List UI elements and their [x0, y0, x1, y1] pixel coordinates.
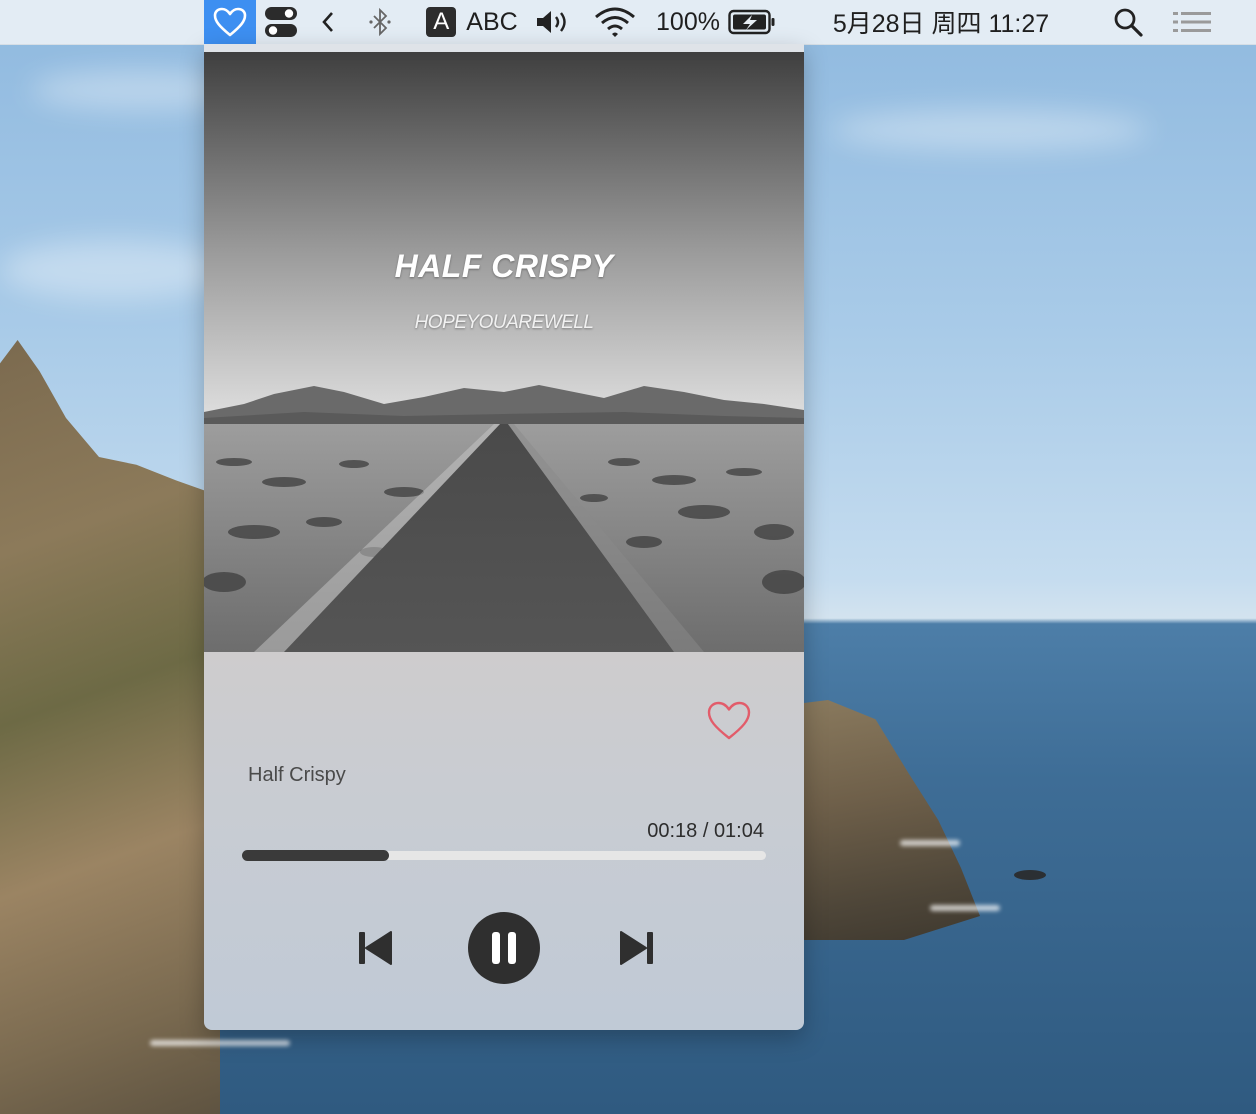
album-cover: HALF CRISPY HOPEYOUAREWELL — [204, 52, 804, 652]
like-button[interactable] — [706, 700, 752, 742]
search-icon[interactable] — [1108, 0, 1148, 44]
heart-outline-icon — [707, 701, 751, 740]
skip-back-icon — [359, 931, 392, 965]
progress-fill — [242, 850, 389, 861]
previous-button[interactable] — [352, 928, 398, 968]
battery-percent: 100% — [656, 7, 720, 36]
track-title: Half Crispy — [248, 764, 346, 786]
volume-icon[interactable] — [532, 0, 574, 44]
skip-forward-icon — [620, 931, 653, 965]
cover-artist: HOPEYOUAREWELL — [414, 312, 594, 333]
toggle-icon[interactable] — [262, 0, 300, 44]
bluetooth-icon[interactable] — [364, 0, 396, 44]
cover-title: HALF CRISPY — [394, 248, 614, 284]
chevron-left-icon[interactable] — [316, 0, 340, 44]
pause-button[interactable] — [468, 912, 540, 984]
cliff-right — [790, 700, 980, 940]
time-display: 00:18 / 01:04 — [647, 820, 764, 842]
player-popover: HALF CRISPY HOPEYOUAREWELL Half Crispy 0… — [204, 44, 804, 1030]
pause-icon — [492, 932, 516, 964]
sea-rock — [1014, 870, 1046, 880]
cover-landscape — [204, 52, 804, 652]
menubar: A ABC 100% 5月28日 周四 11:27 — [0, 0, 1256, 45]
heart-icon[interactable] — [204, 0, 256, 44]
wifi-icon[interactable] — [592, 0, 638, 44]
next-button[interactable] — [614, 928, 660, 968]
keyboard-input-icon[interactable]: A ABC — [424, 0, 520, 44]
popover-top-edge — [204, 44, 804, 52]
cliff-left — [0, 340, 220, 1114]
input-source-badge: A — [426, 7, 457, 37]
input-source-label: ABC — [466, 7, 518, 36]
list-icon[interactable] — [1170, 0, 1214, 44]
menubar-clock[interactable]: 5月28日 周四 11:27 — [806, 0, 1076, 44]
battery-icon[interactable] — [726, 0, 778, 44]
progress-bar[interactable] — [242, 850, 766, 862]
